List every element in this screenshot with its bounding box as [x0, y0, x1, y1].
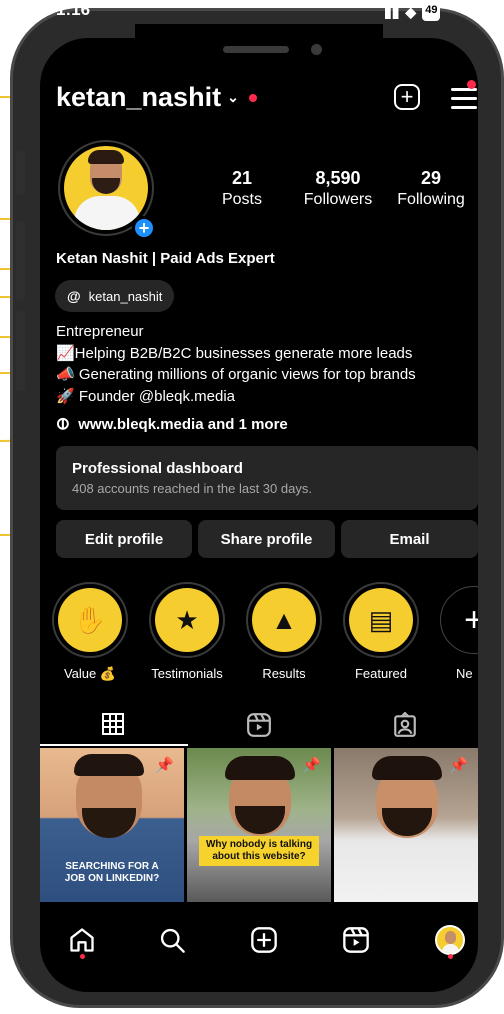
plus-icon: +: [440, 586, 478, 654]
threads-badge[interactable]: @ ketan_nashit: [55, 280, 175, 312]
full-name: Ketan Nashit | Paid Ads Expert: [56, 250, 275, 267]
nav-search[interactable]: [154, 922, 190, 958]
chevron-down-icon: ⌄: [227, 89, 239, 105]
notch: [135, 24, 383, 74]
diamond-hand-icon: ✋: [58, 588, 122, 652]
reels-icon: [343, 927, 369, 953]
notification-dot: [248, 93, 257, 102]
highlight-results[interactable]: ▲ Results: [244, 582, 324, 681]
post-caption: Why nobody is talking about this website…: [199, 836, 319, 866]
side-button: [16, 151, 25, 195]
notification-dot: [448, 954, 453, 959]
profile-tabs: [40, 702, 478, 746]
posts-grid: 📌 SEARCHING FOR A JOB ON LINKEDIN? 📌 Why…: [40, 748, 478, 908]
grid-icon: [102, 713, 124, 735]
battery-icon: 49: [422, 4, 441, 21]
threads-handle: ketan_nashit: [88, 288, 163, 304]
stars-person-icon: ★: [155, 588, 219, 652]
threads-icon: @: [67, 288, 81, 304]
bio-line: 🚀 Founder @bleqk.media: [56, 387, 235, 405]
tab-grid[interactable]: [40, 702, 186, 746]
post-thumbnail[interactable]: 📌 Why nobody is talking about this websi…: [187, 748, 331, 902]
tab-reels[interactable]: [186, 702, 332, 746]
link-text: www.bleqk.media and 1 more: [78, 415, 288, 433]
reels-icon: [247, 713, 271, 737]
notification-dot: [80, 954, 85, 959]
pin-icon: 📌: [449, 757, 468, 774]
newspaper-icon: ▤: [349, 588, 413, 652]
nav-home[interactable]: [64, 922, 100, 958]
status-time: 1:16: [56, 0, 91, 19]
search-icon: [160, 928, 185, 953]
highlight-testimonials[interactable]: ★ Testimonials: [147, 582, 227, 681]
status-icons: ▮▮ ◆ 49: [384, 4, 441, 21]
post-thumbnail[interactable]: 📌: [334, 748, 478, 902]
plus-icon: +: [400, 84, 414, 109]
dashboard-title: Professional dashboard: [72, 460, 243, 477]
side-button: [16, 311, 25, 391]
share-profile-button[interactable]: Share profile: [198, 520, 335, 558]
edit-profile-button[interactable]: Edit profile: [56, 520, 192, 558]
pin-icon: 📌: [155, 757, 174, 774]
username: ketan_nashit: [56, 82, 222, 112]
post-thumbnail[interactable]: 📌 SEARCHING FOR A JOB ON LINKEDIN?: [40, 748, 184, 902]
bio-line: 📣 Generating millions of organic views f…: [56, 366, 416, 383]
notification-dot: [467, 80, 476, 89]
stat-posts[interactable]: 21 Posts: [218, 168, 266, 209]
bio-line: 📈Helping B2B/B2C businesses generate mor…: [56, 344, 413, 362]
home-icon: [70, 928, 94, 952]
highlight-value[interactable]: ✋ Value 💰: [50, 582, 130, 682]
nav-create[interactable]: [246, 922, 282, 958]
nav-profile[interactable]: [432, 922, 468, 958]
email-button[interactable]: Email: [341, 520, 478, 558]
plus-square-icon: [251, 927, 277, 953]
signal-icon: ▮▮: [384, 4, 400, 20]
highlight-new[interactable]: + Ne: [436, 582, 478, 681]
create-button[interactable]: +: [394, 84, 420, 110]
highlight-featured[interactable]: ▤ Featured: [341, 582, 421, 681]
add-story-button[interactable]: +: [132, 216, 156, 240]
camera: [311, 44, 322, 55]
bio: Entrepreneur 📈Helping B2B/B2C businesses…: [56, 321, 416, 407]
wifi-icon: ◆: [405, 4, 417, 20]
growth-chart-icon: ▲: [252, 588, 316, 652]
bottom-nav: [40, 910, 478, 970]
avatar-small: [435, 925, 465, 955]
profile-link[interactable]: ⊘ www.bleqk.media and 1 more: [51, 412, 288, 436]
post-caption: SEARCHING FOR A JOB ON LINKEDIN?: [64, 861, 160, 884]
side-button: [16, 221, 25, 301]
professional-dashboard[interactable]: Professional dashboard 408 accounts reac…: [56, 446, 478, 510]
bio-line: Entrepreneur: [56, 323, 144, 340]
menu-button[interactable]: [451, 88, 477, 115]
pin-icon: 📌: [302, 757, 321, 774]
dashboard-subtitle: 408 accounts reached in the last 30 days…: [72, 481, 312, 496]
nav-reels[interactable]: [338, 922, 374, 958]
stat-following[interactable]: 29 Following: [392, 168, 470, 209]
tab-tagged[interactable]: [332, 702, 478, 746]
active-tab-indicator: [40, 744, 188, 746]
username-switcher[interactable]: ketan_nashit ⌄: [56, 82, 257, 113]
avatar-image: [64, 146, 148, 230]
tagged-icon: [394, 712, 416, 737]
speaker: [223, 46, 289, 53]
stat-followers[interactable]: 8,590 Followers: [298, 168, 378, 209]
